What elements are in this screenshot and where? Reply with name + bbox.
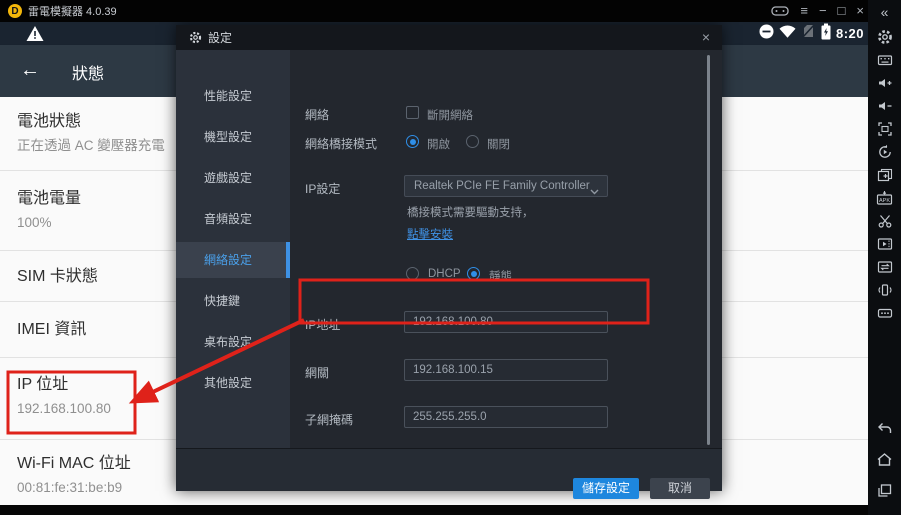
menu-icon[interactable]: ≡ [800, 0, 808, 22]
ip-setting-label: IP設定 [305, 182, 341, 196]
settings-nav: 性能設定 機型設定 遊戲設定 音頻設定 網絡設定 快捷鍵 桌布設定 其他設定 [176, 50, 290, 448]
window-titlebar: D 雷電模擬器 4.0.39 ≡ − □ × [0, 0, 901, 22]
nav-item-shortcuts[interactable]: 快捷鍵 [176, 283, 290, 319]
ip-address-input[interactable] [404, 311, 608, 333]
dialog-title: 設定 [208, 31, 233, 45]
back-arrow-icon[interactable]: ← [20, 58, 40, 82]
volume-up-icon[interactable] [868, 74, 901, 92]
nav-item-other[interactable]: 其他設定 [176, 365, 290, 401]
restart-icon[interactable] [868, 143, 901, 161]
scissors-icon[interactable] [868, 212, 901, 230]
subnet-mask-input[interactable] [404, 406, 608, 428]
static-label: 靜態 [489, 271, 512, 283]
nav-item-network[interactable]: 網絡設定 [176, 242, 290, 278]
no-sim-icon [801, 23, 816, 44]
keyboard-icon[interactable] [868, 51, 901, 69]
save-settings-button[interactable]: 儲存設定 [573, 478, 639, 499]
dhcp-label: DHCP [428, 268, 461, 280]
apk-install-icon[interactable]: APK [868, 189, 901, 207]
warning-notification-icon [26, 25, 44, 47]
bridge-on-label: 開啟 [427, 139, 450, 151]
page-title: 狀態 [72, 66, 105, 83]
window-title: 雷電模擬器 4.0.39 [28, 6, 117, 18]
nav-item-performance[interactable]: 性能設定 [176, 78, 290, 114]
nav-item-game[interactable]: 遊戲設定 [176, 160, 290, 196]
home-icon[interactable] [868, 450, 901, 468]
settings-dialog: 設定 × 性能設定 機型設定 遊戲設定 音頻設定 網絡設定 快捷鍵 桌布設定 其… [176, 25, 722, 499]
dialog-close-icon[interactable]: × [698, 25, 714, 50]
network-adapter-value: Realtek PCIe FE Family Controller [414, 180, 590, 192]
dhcp-radio[interactable] [406, 267, 419, 280]
gateway-label: 網關 [305, 366, 330, 380]
gamepad-icon[interactable] [771, 4, 790, 18]
svg-text:APK: APK [879, 198, 890, 204]
disconnect-network-checkbox[interactable] [406, 106, 419, 119]
nav-item-audio[interactable]: 音頻設定 [176, 201, 290, 237]
dialog-scrollbar[interactable] [707, 55, 710, 445]
chevron-down-icon [590, 182, 599, 202]
screen-record-icon[interactable] [868, 235, 901, 253]
app-logo-icon: D [8, 4, 22, 18]
volume-down-icon[interactable] [868, 97, 901, 115]
collapse-icon[interactable]: « [868, 3, 901, 21]
gateway-input[interactable] [404, 359, 608, 381]
settings-gear-icon[interactable] [868, 28, 901, 46]
maximize-button[interactable]: □ [838, 0, 846, 22]
network-label: 網絡 [305, 108, 330, 122]
do-not-disturb-icon [759, 24, 774, 44]
clock-time: 8:20 [835, 26, 864, 41]
nav-item-wallpaper[interactable]: 桌布設定 [176, 324, 290, 360]
fullscreen-icon[interactable] [868, 120, 901, 138]
wifi-icon [779, 24, 796, 43]
static-radio[interactable] [467, 267, 480, 280]
dialog-header: 設定 × [176, 25, 722, 50]
battery-charging-icon [821, 23, 831, 45]
disconnect-network-label: 斷開網絡 [427, 110, 473, 122]
install-driver-link[interactable]: 點擊安裝 [407, 226, 453, 242]
bridge-on-radio[interactable] [406, 135, 419, 148]
dialog-footer: 儲存設定 取消 [176, 448, 722, 499]
nav-item-device[interactable]: 機型設定 [176, 119, 290, 155]
bridge-off-label: 關閉 [487, 139, 510, 151]
sync-icon[interactable] [868, 258, 901, 276]
shake-icon[interactable] [868, 281, 901, 299]
ip-address-label: IP地址 [305, 318, 341, 332]
subnet-mask-label: 子網掩碼 [305, 413, 354, 427]
driver-note: 橋接模式需要驅動支持， [407, 207, 534, 219]
ldplayer-window: D 雷電模擬器 4.0.39 ≡ − □ × 8:20 ← 狀態 電池狀態 正在… [0, 0, 901, 515]
bridge-off-radio[interactable] [466, 135, 479, 148]
network-adapter-select[interactable]: Realtek PCIe FE Family Controller [404, 175, 608, 197]
back-icon[interactable] [868, 419, 901, 437]
emulator-toolbar: « APK [868, 0, 901, 515]
more-icon[interactable] [868, 304, 901, 322]
minimize-button[interactable]: − [819, 0, 827, 22]
close-button[interactable]: × [856, 0, 864, 22]
cancel-button[interactable]: 取消 [650, 478, 710, 499]
screenshot-icon[interactable] [868, 166, 901, 184]
bottom-bar [0, 505, 868, 515]
network-settings-panel: 網絡 斷開網絡 網絡橋接模式 開啟 關閉 IP設定 Realtek PCIe F… [290, 50, 722, 448]
gear-icon [189, 31, 202, 44]
recent-apps-icon[interactable] [868, 481, 901, 499]
bridge-mode-label: 網絡橋接模式 [305, 137, 378, 151]
